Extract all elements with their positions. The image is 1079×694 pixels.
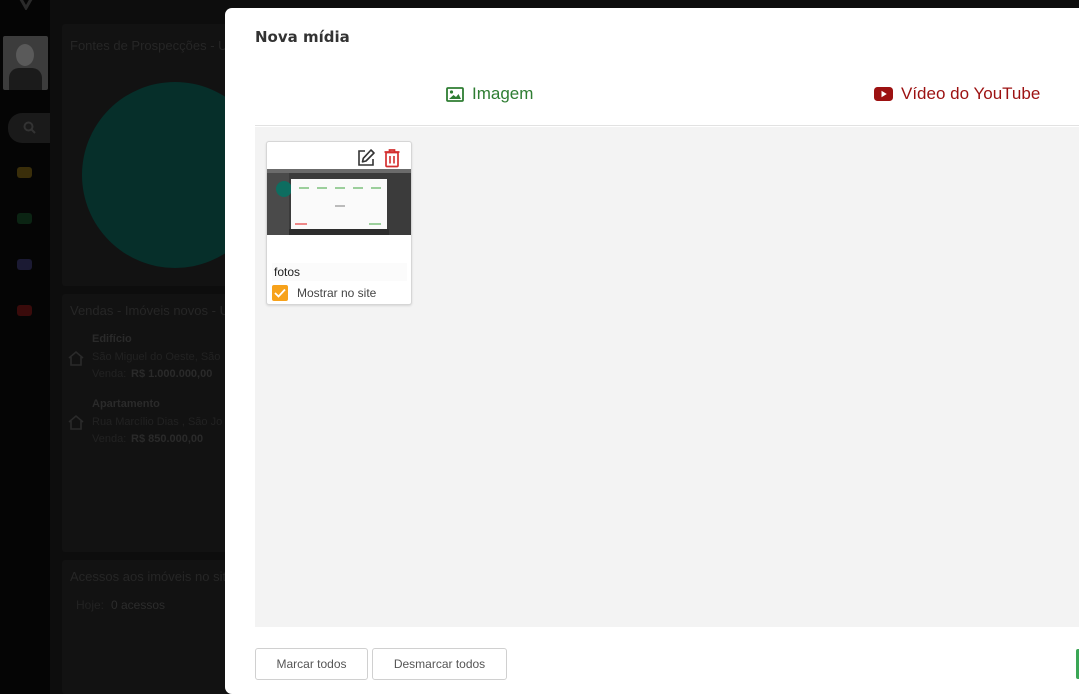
house-icon [68, 350, 84, 366]
show-on-site-checkbox[interactable] [272, 285, 288, 301]
youtube-icon [874, 87, 893, 101]
listing-price-label: Venda: [92, 368, 127, 380]
avatar [3, 36, 48, 90]
building-icon [17, 213, 32, 224]
sidebar-search [8, 113, 50, 143]
briefcase-icon [17, 167, 32, 178]
bg-card-title: Fontes de Prospecções - U [70, 38, 228, 53]
media-gallery: Mostrar no site [255, 127, 1079, 627]
unmark-all-button[interactable]: Desmarcar todos [372, 648, 507, 680]
tab-youtube[interactable]: Vídeo do YouTube [874, 84, 1040, 104]
media-type-tabs: Imagem Vídeo do YouTube [255, 78, 1079, 126]
listing-type: Apartamento [92, 398, 160, 410]
trash-icon[interactable] [383, 148, 403, 168]
modal-title: Nova mídia [255, 28, 350, 46]
listing-address: Rua Marcílio Dias , São Jo [92, 416, 223, 428]
users-icon [17, 259, 32, 270]
listing-type: Edifício [92, 333, 132, 345]
media-thumbnail[interactable] [267, 169, 411, 235]
tab-image[interactable]: Imagem [446, 84, 533, 104]
media-card: Mostrar no site [266, 141, 412, 305]
listing-price: R$ 850.000,00 [131, 433, 204, 445]
edit-icon[interactable] [356, 148, 376, 168]
app-logo [19, 0, 33, 10]
sidebar [0, 0, 50, 694]
house-icon [68, 414, 84, 430]
mark-all-button[interactable]: Marcar todos [255, 648, 368, 680]
listing-address: São Miguel do Oeste, São [92, 351, 221, 363]
check-icon [274, 288, 286, 298]
new-media-modal: Nova mídia Imagem Vídeo do YouTube fotos… [225, 8, 1079, 694]
show-on-site-row: Mostrar no site [272, 285, 376, 301]
listing-price: R$ 1.000.000,00 [131, 368, 213, 380]
video-icon [17, 305, 32, 316]
visits-label: Hoje: [76, 598, 105, 612]
tab-image-label: Imagem [472, 84, 534, 103]
visits-value: 0 acessos [111, 598, 166, 612]
bg-card-title: Acessos aos imóveis no sit [70, 569, 227, 584]
bg-card-title: Vendas - Imóveis novos - U [70, 303, 229, 318]
media-caption-input[interactable] [272, 263, 407, 281]
show-on-site-label: Mostrar no site [297, 286, 377, 300]
search-icon [23, 121, 36, 134]
tab-youtube-label: Vídeo do YouTube [901, 84, 1041, 103]
listing-price-label: Venda: [92, 433, 127, 445]
image-icon [446, 86, 464, 102]
